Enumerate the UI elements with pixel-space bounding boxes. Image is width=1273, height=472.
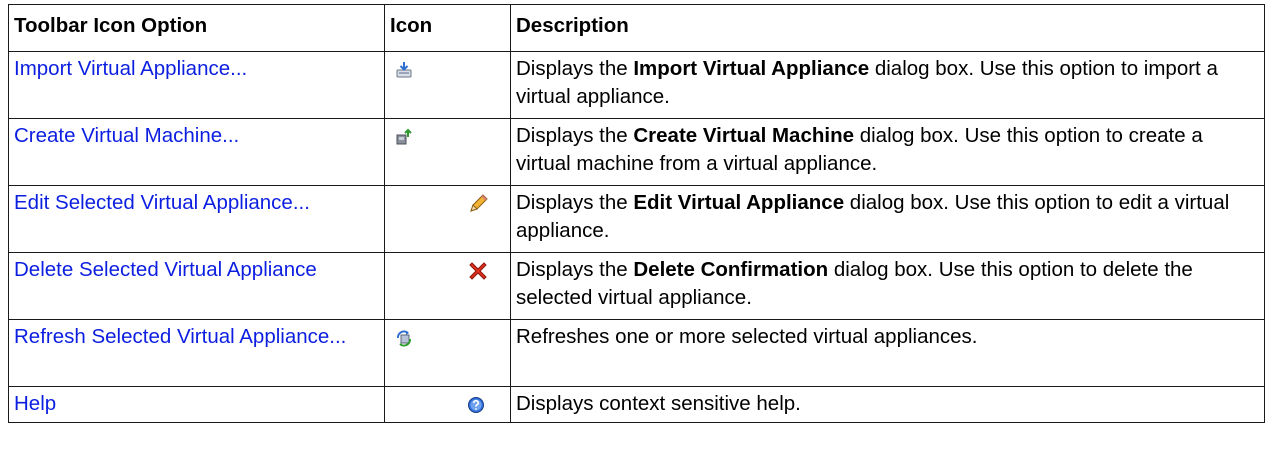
description-cell: Displays the Edit Virtual Appliance dial…: [510, 185, 1265, 253]
description-cell: Displays the Create Virtual Machine dial…: [510, 118, 1265, 186]
table-row: Import Virtual Appliance... Displays the…: [8, 51, 1265, 119]
edit-selected-virtual-appliance-link[interactable]: Edit Selected Virtual Appliance...: [14, 191, 310, 214]
icon-cell: [384, 386, 511, 423]
option-cell: Delete Selected Virtual Appliance: [8, 252, 385, 320]
dialog-name: Import Virtual Appliance: [633, 57, 870, 80]
description-cell: Refreshes one or more selected virtual a…: [510, 319, 1265, 387]
dialog-name: Edit Virtual Appliance: [633, 191, 845, 214]
dialog-name: Create Virtual Machine: [633, 124, 855, 147]
table-row: Create Virtual Machine... Displays the C…: [8, 118, 1265, 186]
create-vm-icon: [395, 126, 413, 154]
table-row: Edit Selected Virtual Appliance... Displ…: [8, 185, 1265, 253]
table-header-row: Toolbar Icon Option Icon Description: [8, 4, 1265, 52]
option-cell: Create Virtual Machine...: [8, 118, 385, 186]
icon-cell: [384, 185, 511, 253]
header-description: Description: [510, 4, 1265, 52]
icon-cell: [384, 252, 511, 320]
dialog-name: Delete Confirmation: [633, 258, 829, 281]
header-option: Toolbar Icon Option: [8, 4, 385, 52]
help-link[interactable]: Help: [14, 392, 56, 415]
toolbar-options-table: Toolbar Icon Option Icon Description Imp…: [8, 4, 1265, 423]
header-icon: Icon: [384, 4, 511, 52]
table-row: Delete Selected Virtual Appliance Displa…: [8, 252, 1265, 320]
create-virtual-machine-link[interactable]: Create Virtual Machine...: [14, 124, 239, 147]
refresh-selected-virtual-appliance-link[interactable]: Refresh Selected Virtual Appliance...: [14, 325, 346, 348]
description-text: Displays context sensitive help.: [516, 392, 801, 415]
icon-cell: [384, 51, 511, 119]
option-cell: Edit Selected Virtual Appliance...: [8, 185, 385, 253]
description-text: Displays the: [516, 124, 634, 147]
option-cell: Help: [8, 386, 385, 423]
import-appliance-icon: [395, 59, 413, 87]
description-cell: Displays the Import Virtual Appliance di…: [510, 51, 1265, 119]
delete-selected-virtual-appliance-link[interactable]: Delete Selected Virtual Appliance: [14, 258, 317, 281]
option-cell: Refresh Selected Virtual Appliance...: [8, 319, 385, 387]
description-text: Displays the: [516, 57, 634, 80]
import-virtual-appliance-link[interactable]: Import Virtual Appliance...: [14, 57, 247, 80]
description-cell: Displays context sensitive help.: [510, 386, 1265, 423]
refresh-icon: [395, 327, 413, 355]
description-cell: Displays the Delete Confirmation dialog …: [510, 252, 1265, 320]
description-text: Refreshes one or more selected virtual a…: [516, 325, 978, 348]
description-text: Displays the: [516, 191, 634, 214]
pencil-icon: [467, 193, 489, 223]
option-cell: Import Virtual Appliance...: [8, 51, 385, 119]
icon-cell: [384, 118, 511, 186]
table-row: Help Displays context sensitive help.: [8, 386, 1265, 423]
description-text: Displays the: [516, 258, 634, 281]
table-row: Refresh Selected Virtual Appliance... Re…: [8, 319, 1265, 387]
help-icon: [467, 394, 485, 422]
delete-x-icon: [467, 260, 489, 290]
icon-cell: [384, 319, 511, 387]
